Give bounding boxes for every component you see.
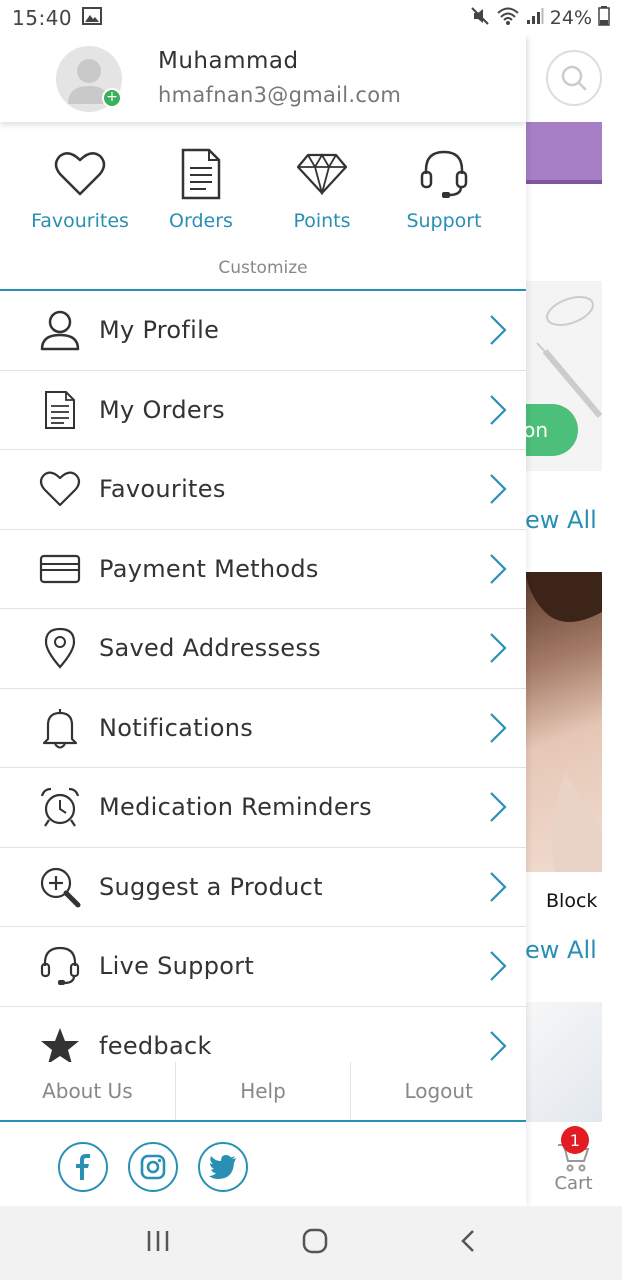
menu-item-suggest-product[interactable]: Suggest a Product	[0, 848, 526, 927]
user-email: hmafnan3@gmail.com	[158, 83, 402, 107]
back-button[interactable]	[459, 1228, 477, 1258]
gallery-notification-icon	[82, 7, 103, 29]
bg-view-all-link[interactable]: ew All	[525, 506, 597, 534]
menu-item-live-support[interactable]: Live Support	[0, 927, 526, 1007]
menu-item-label: Saved Addressess	[99, 634, 321, 663]
help-link[interactable]: Help	[174, 1062, 351, 1120]
navigation-drawer: + Muhammad hmafnan3@gmail.com Favourites…	[0, 36, 526, 1206]
cart-count-badge: 1	[561, 1126, 589, 1154]
search-icon	[561, 65, 587, 91]
bg-product-image[interactable]	[525, 572, 602, 872]
diamond-icon	[296, 146, 348, 202]
document-icon	[38, 388, 82, 432]
chevron-right-icon	[490, 553, 507, 584]
menu-item-medication-reminders[interactable]: Medication Reminders	[0, 768, 526, 848]
recent-apps-icon	[147, 1231, 169, 1251]
facebook-icon	[76, 1154, 90, 1180]
system-nav-bar	[0, 1206, 622, 1280]
add-photo-icon[interactable]: +	[102, 88, 122, 108]
credit-card-icon	[38, 547, 82, 591]
twitter-button[interactable]	[198, 1142, 248, 1192]
instagram-icon	[140, 1154, 166, 1180]
alarm-clock-icon	[38, 785, 82, 829]
quick-link-points[interactable]: Points	[262, 146, 382, 232]
headset-icon	[38, 944, 82, 988]
menu-item-my-profile[interactable]: My Profile	[0, 291, 526, 371]
menu-item-saved-addresses[interactable]: Saved Addressess	[0, 609, 526, 689]
heart-icon	[54, 146, 106, 202]
chevron-right-icon	[490, 871, 507, 902]
chevron-right-icon	[490, 474, 507, 505]
search-plus-icon	[38, 865, 82, 909]
home-icon	[302, 1228, 328, 1254]
headset-icon	[419, 146, 469, 202]
drawer-menu: My Profile My Orders Favourites Payment …	[0, 291, 526, 1086]
menu-item-notifications[interactable]: Notifications	[0, 689, 526, 768]
chevron-right-icon	[490, 951, 507, 982]
menu-item-label: My Profile	[99, 316, 220, 345]
facebook-button[interactable]	[58, 1142, 108, 1192]
recent-apps-button[interactable]	[145, 1229, 171, 1257]
wifi-icon	[496, 6, 520, 31]
menu-item-payment-methods[interactable]: Payment Methods	[0, 530, 526, 609]
menu-item-label: Favourites	[99, 475, 226, 504]
chevron-right-icon	[490, 1031, 507, 1062]
chevron-right-icon	[490, 792, 507, 823]
quick-links: Favourites Orders Points Support	[0, 146, 526, 241]
menu-item-label: Suggest a Product	[99, 872, 323, 901]
bell-icon	[38, 706, 82, 750]
menu-item-my-orders[interactable]: My Orders	[0, 371, 526, 450]
chevron-right-icon	[490, 315, 507, 346]
bg-view-all-link-2[interactable]: ew All	[525, 936, 597, 964]
bg-product-image-2[interactable]	[525, 1002, 602, 1122]
quick-link-support[interactable]: Support	[384, 146, 504, 232]
chevron-right-icon	[490, 712, 507, 743]
heart-icon	[38, 467, 82, 511]
location-pin-icon	[38, 626, 82, 670]
twitter-icon	[209, 1155, 236, 1179]
bg-product-name: Block	[546, 890, 598, 912]
battery-percent: 24%	[549, 7, 592, 29]
document-icon	[181, 146, 221, 202]
footer-divider	[0, 1120, 526, 1122]
menu-item-label: Live Support	[99, 952, 255, 981]
about-us-link[interactable]: About Us	[0, 1062, 175, 1120]
back-icon	[461, 1230, 474, 1252]
menu-item-label: Medication Reminders	[99, 793, 372, 822]
chevron-right-icon	[490, 633, 507, 664]
menu-item-label: feedback	[99, 1032, 212, 1061]
mute-icon	[470, 6, 490, 31]
instagram-button[interactable]	[128, 1142, 178, 1192]
cart-label: Cart	[554, 1173, 593, 1194]
home-button[interactable]	[301, 1227, 329, 1259]
menu-item-favourites[interactable]: Favourites	[0, 450, 526, 530]
logout-link[interactable]: Logout	[350, 1062, 526, 1120]
drawer-header: + Muhammad hmafnan3@gmail.com	[0, 36, 526, 122]
user-name: Muhammad	[158, 48, 299, 74]
menu-item-label: My Orders	[99, 395, 225, 424]
bg-search-button[interactable]	[546, 50, 602, 106]
quick-link-favourites[interactable]: Favourites	[20, 146, 140, 232]
drawer-footer-links: About Us Help Logout	[0, 1062, 526, 1120]
bg-promo-banner[interactable]	[525, 122, 602, 184]
status-time: 15:40	[12, 6, 73, 30]
menu-item-label: Payment Methods	[99, 554, 319, 583]
chevron-right-icon	[490, 394, 507, 425]
menu-item-label: Notifications	[99, 713, 254, 742]
customize-link[interactable]: Customize	[0, 258, 526, 278]
signal-icon	[526, 7, 544, 30]
status-bar: 15:40 24%	[0, 0, 622, 36]
quick-link-orders[interactable]: Orders	[141, 146, 261, 232]
cart-tab[interactable]: Cart 1	[525, 1122, 622, 1206]
person-icon	[38, 308, 82, 352]
social-links	[58, 1142, 248, 1192]
battery-icon	[598, 5, 610, 31]
